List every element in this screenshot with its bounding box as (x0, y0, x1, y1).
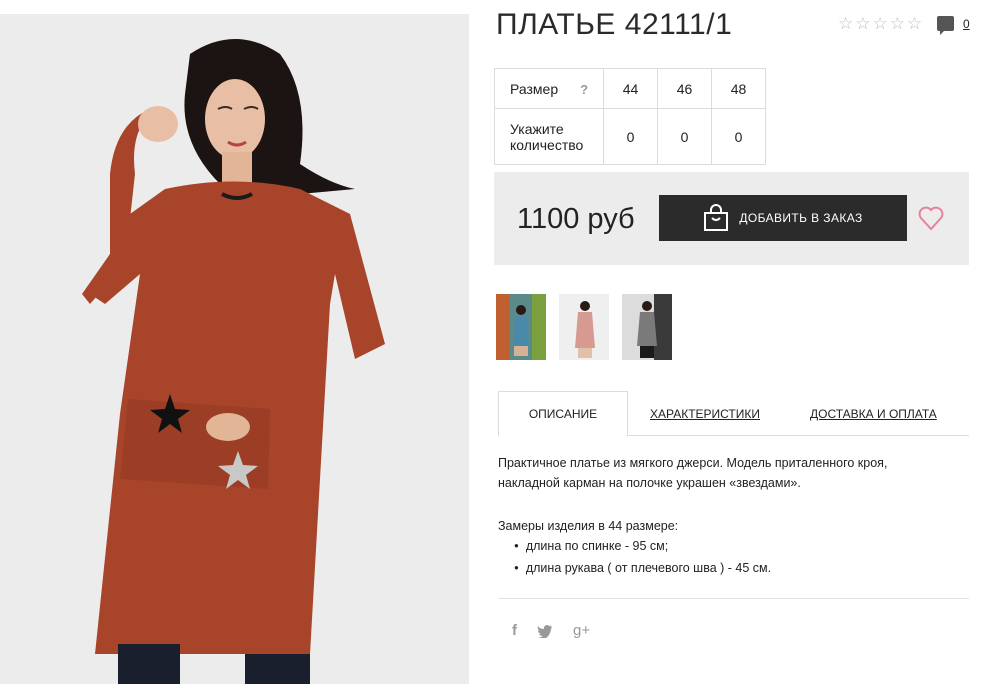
price-panel: 1100 руб ДОБАВИТЬ В ЗАКАЗ (494, 172, 969, 265)
description-line1: Практичное платье из мягкого джерси. Мод… (498, 456, 888, 470)
thumbnail-1[interactable] (496, 294, 546, 360)
size-44[interactable]: 44 (603, 68, 658, 109)
star-icon[interactable]: ☆ (855, 15, 870, 32)
list-item: длина рукава ( от плечевого шва ) - 45 с… (514, 558, 771, 580)
price: 1100 руб (517, 203, 635, 235)
product-tabs: ОПИСАНИЕ ХАРАКТЕРИСТИКИ ДОСТАВКА И ОПЛАТ… (498, 391, 969, 437)
size-quantity-table: Размер? 44 46 48 Укажите количество 0 0 0 (494, 68, 766, 165)
tab-specs[interactable]: ХАРАКТЕРИСТИКИ (650, 391, 760, 436)
heart-icon[interactable] (917, 204, 945, 232)
shopping-bag-icon (704, 204, 729, 231)
divider (498, 598, 969, 599)
measure-title: Замеры изделия в 44 размере: (498, 519, 679, 533)
description-line2: накладной карман на полочке украшен «зве… (498, 476, 801, 490)
star-icon[interactable]: ☆ (907, 15, 922, 32)
thumbnail-3[interactable] (622, 294, 672, 360)
product-main-image[interactable] (0, 14, 469, 684)
thumbnail-2[interactable] (559, 294, 609, 360)
comments-link[interactable]: 0 (937, 16, 970, 35)
quantity-input-48[interactable]: 0 (711, 108, 766, 165)
quantity-label: Укажите количество (494, 108, 604, 165)
quantity-row: Укажите количество 0 0 0 (494, 108, 766, 165)
tab-delivery[interactable]: ДОСТАВКА И ОПЛАТА (810, 391, 937, 436)
measure-list: длина по спинке - 95 см; длина рукава ( … (514, 536, 771, 580)
facebook-icon[interactable]: f (512, 622, 517, 639)
quantity-input-46[interactable]: 0 (657, 108, 712, 165)
list-item: длина по спинке - 95 см; (514, 536, 771, 558)
google-plus-icon[interactable]: g+ (573, 622, 590, 639)
model-photo (0, 14, 469, 684)
rating-stars[interactable]: ☆ ☆ ☆ ☆ ☆ (838, 15, 922, 32)
comment-icon (937, 16, 954, 35)
size-48[interactable]: 48 (711, 68, 766, 109)
product-description: Практичное платье из мягкого джерси. Мод… (498, 453, 948, 493)
size-46[interactable]: 46 (657, 68, 712, 109)
star-icon[interactable]: ☆ (890, 15, 905, 32)
add-to-order-button[interactable]: ДОБАВИТЬ В ЗАКАЗ (659, 195, 907, 241)
size-row: Размер? 44 46 48 (494, 68, 766, 109)
thumbnail-list (496, 294, 672, 360)
star-icon[interactable]: ☆ (838, 15, 853, 32)
help-icon[interactable]: ? (580, 82, 588, 97)
size-label: Размер (510, 80, 559, 97)
quantity-label-line2: количество (510, 136, 584, 153)
add-to-order-label: ДОБАВИТЬ В ЗАКАЗ (739, 211, 863, 225)
measurements: Замеры изделия в 44 размере: длина по сп… (498, 516, 771, 580)
comment-count[interactable]: 0 (963, 17, 970, 31)
product-title: ПЛАТЬЕ 42111/1 (496, 8, 733, 41)
quantity-label-line1: Укажите (510, 120, 564, 137)
size-label-cell: Размер? (494, 68, 604, 109)
tab-description[interactable]: ОПИСАНИЕ (498, 391, 628, 437)
star-icon[interactable]: ☆ (873, 15, 888, 32)
social-share: f g+ (512, 622, 590, 639)
quantity-input-44[interactable]: 0 (603, 108, 658, 165)
twitter-icon[interactable] (537, 624, 553, 638)
